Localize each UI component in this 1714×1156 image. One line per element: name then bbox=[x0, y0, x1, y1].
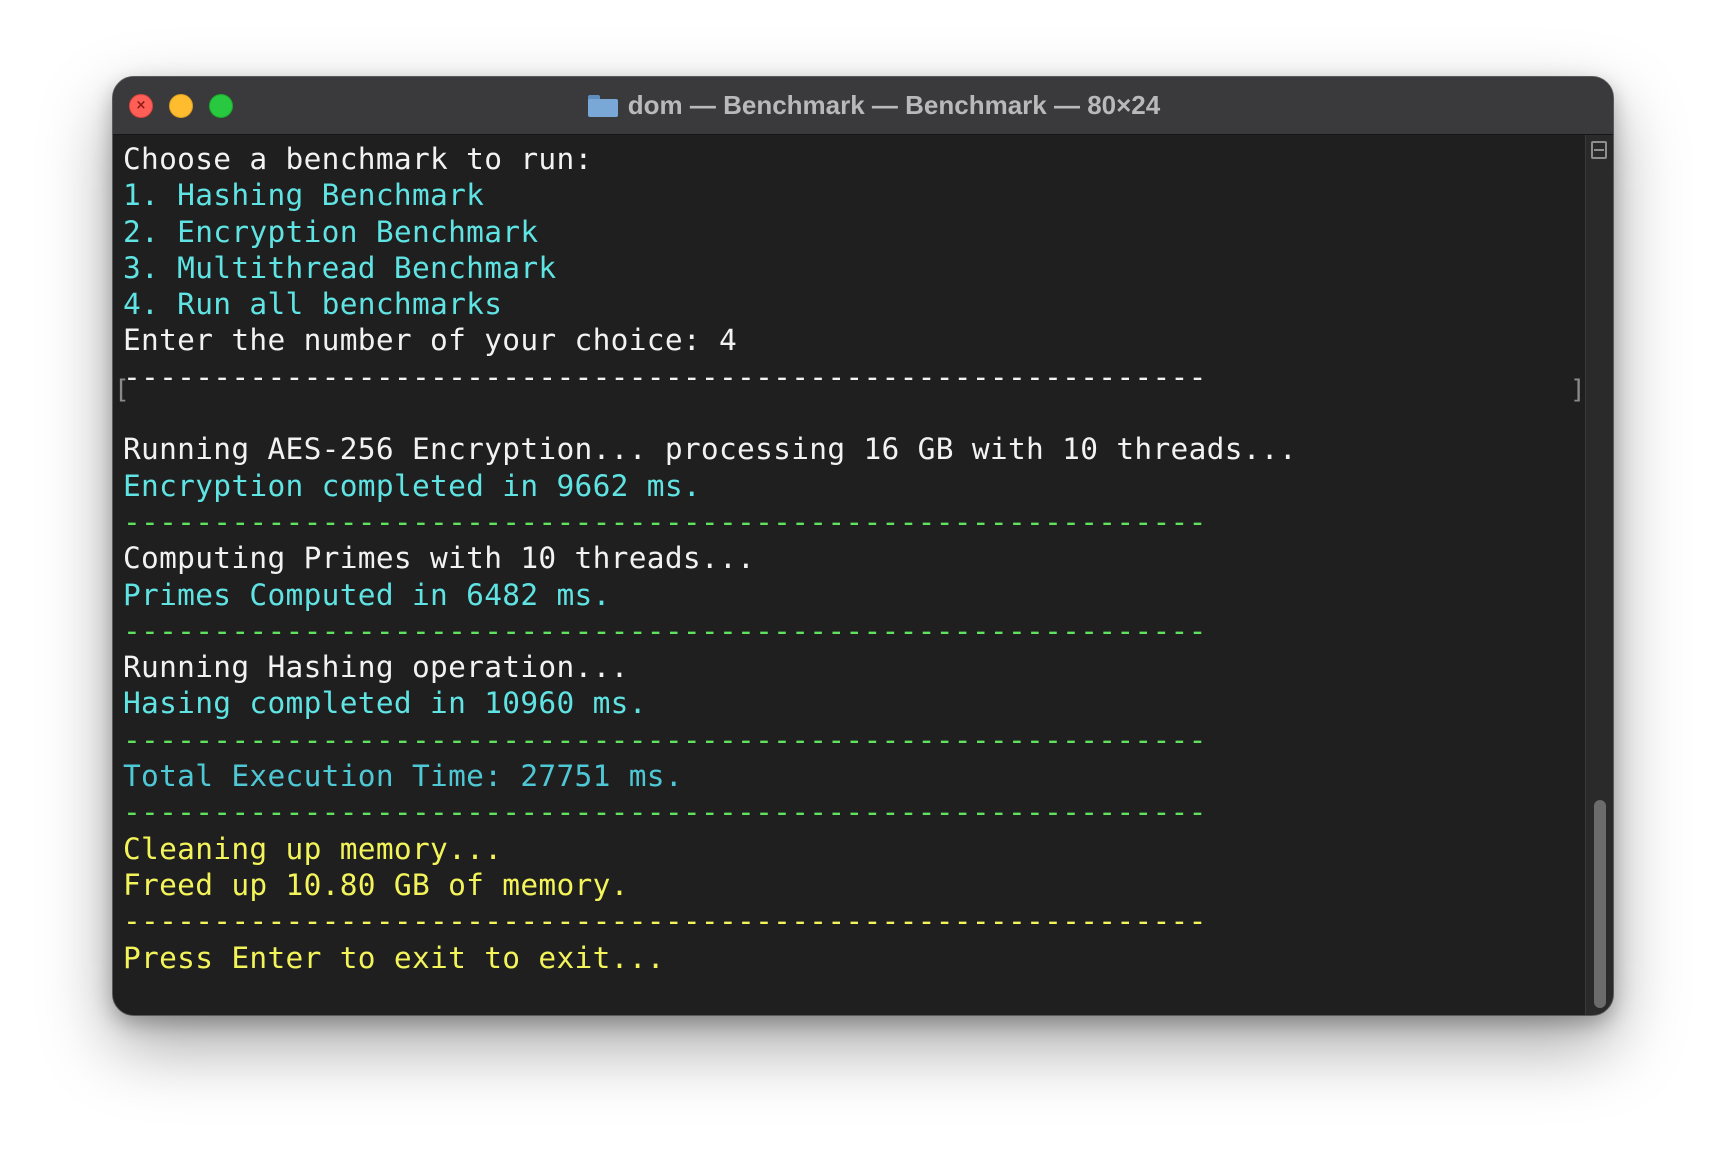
split-pane-icon[interactable] bbox=[1591, 141, 1607, 159]
window-title: dom — Benchmark — Benchmark — 80×24 bbox=[627, 90, 1161, 120]
terminal-line: Freed up 10.80 GB of memory. bbox=[123, 867, 629, 902]
terminal-line: 1. Hashing Benchmark bbox=[123, 178, 485, 213]
terminal-line: Total Execution Time: 27751 ms. bbox=[123, 759, 683, 794]
terminal-line: 3. Multithread Benchmark bbox=[123, 250, 557, 285]
terminal-line: Running AES-256 Encryption... processing… bbox=[123, 432, 1297, 467]
terminal-line: Computing Primes with 10 threads... bbox=[123, 541, 756, 576]
terminal-line: Enter the number of your choice: 4 bbox=[123, 323, 738, 358]
separator-line: ----------------------------------------… bbox=[123, 795, 1207, 830]
terminal-line: Encryption completed in 9662 ms. bbox=[123, 468, 701, 503]
title-group: dom — Benchmark — Benchmark — 80×24 bbox=[113, 77, 1613, 134]
terminal-window: × dom — Benchmark — Benchmark — 80×24 Ch… bbox=[112, 76, 1614, 1016]
terminal-line: Cleaning up memory... bbox=[123, 831, 503, 866]
separator-line: ----------------------------------------… bbox=[123, 613, 1207, 648]
terminal-line: 4. Run all benchmarks bbox=[123, 287, 503, 322]
separator-line: ----------------------------------------… bbox=[123, 504, 1207, 539]
folder-icon bbox=[587, 94, 618, 117]
terminal-output[interactable]: Choose a benchmark to run: 1. Hashing Ben… bbox=[113, 135, 1586, 1015]
terminal-lines: Choose a benchmark to run: 1. Hashing Ben… bbox=[123, 141, 1297, 976]
terminal-line: 2. Encryption Benchmark bbox=[123, 214, 539, 249]
terminal-line: Hasing completed in 10960 ms. bbox=[123, 686, 647, 721]
terminal-line: Choose a benchmark to run: bbox=[123, 142, 593, 176]
title-bar[interactable]: × dom — Benchmark — Benchmark — 80×24 bbox=[113, 77, 1613, 135]
separator-line: ----------------------------------------… bbox=[123, 904, 1207, 939]
vertical-scrollbar[interactable] bbox=[1585, 135, 1613, 1015]
separator-line: ----------------------------------------… bbox=[123, 359, 1207, 394]
selection-bracket-right: ] bbox=[1570, 375, 1586, 405]
terminal-line: Running Hashing operation... bbox=[123, 650, 629, 685]
selection-bracket-left: [ bbox=[114, 375, 130, 405]
scrollbar-thumb[interactable] bbox=[1594, 800, 1606, 1008]
separator-line: ----------------------------------------… bbox=[123, 722, 1207, 757]
terminal-line: Press Enter to exit to exit... bbox=[123, 940, 665, 975]
terminal-line: Primes Computed in 6482 ms. bbox=[123, 577, 611, 612]
